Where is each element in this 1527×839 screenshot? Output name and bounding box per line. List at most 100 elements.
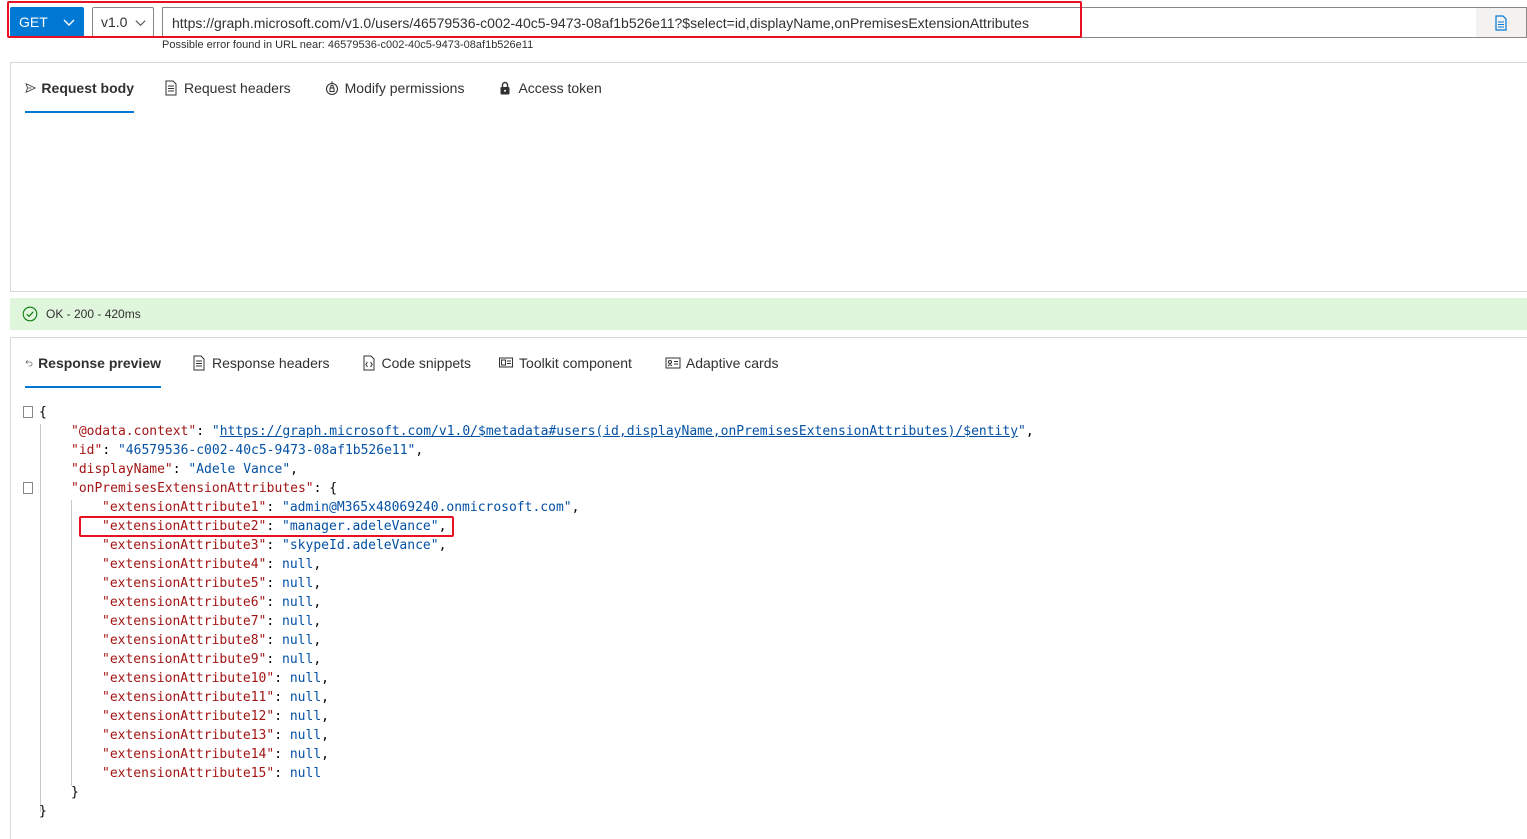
json-line-extension-attribute: "extensionAttribute13": null, <box>102 726 329 745</box>
tab-access-token[interactable]: Access token <box>497 63 602 113</box>
share-query-button[interactable] <box>1476 8 1526 37</box>
json-line-extension-attribute: "extensionAttribute8": null, <box>102 631 321 650</box>
json-line-extension-attribute: "extensionAttribute7": null, <box>102 612 321 631</box>
tab-request-body-label: Request body <box>41 80 134 96</box>
json-colon: : <box>266 576 283 591</box>
json-colon: : <box>274 747 290 762</box>
document-list-icon <box>193 355 205 371</box>
document-list-icon <box>165 80 177 96</box>
request-url-text: https://graph.microsoft.com/v1.0/users/4… <box>172 14 1029 31</box>
chevron-down-icon <box>135 20 146 27</box>
json-colon: : <box>266 519 283 534</box>
tab-adaptive-cards[interactable]: Adaptive cards <box>665 338 779 388</box>
json-line-extension-attribute: "extensionAttribute4": null, <box>102 555 321 574</box>
json-key: "extensionAttribute9" <box>102 652 267 667</box>
tab-code-snippets-label: Code snippets <box>381 355 472 371</box>
json-line-displayname: "displayName": "Adele Vance", <box>71 462 298 477</box>
json-separator: , <box>321 728 329 743</box>
json-line-extension-attribute: "extensionAttribute5": null, <box>102 574 321 593</box>
json-separator: , <box>313 595 322 610</box>
json-key: "extensionAttribute12" <box>102 709 275 724</box>
request-tabs: Request body Request headers Modify perm… <box>25 63 602 113</box>
json-key: "extensionAttribute10" <box>102 671 275 686</box>
json-value: "manager.adeleVance" <box>282 519 439 534</box>
json-separator: , <box>313 652 322 667</box>
json-key: "extensionAttribute6" <box>102 595 267 610</box>
tab-adaptive-cards-label: Adaptive cards <box>685 355 779 371</box>
tab-toolkit-component-label: Toolkit component <box>519 355 632 371</box>
json-separator: , <box>313 614 322 629</box>
odata-context-link[interactable]: https://graph.microsoft.com/v1.0/$metada… <box>220 424 1018 439</box>
status-text: OK - 200 - 420ms <box>46 307 141 321</box>
response-tabs: Response preview Response headers Code s… <box>25 338 779 388</box>
json-line-extension-attribute: "extensionAttribute1": "admin@M365x48069… <box>102 498 579 517</box>
document-icon <box>1495 14 1507 31</box>
json-key: "extensionAttribute8" <box>102 633 267 648</box>
request-url-input[interactable]: https://graph.microsoft.com/v1.0/users/4… <box>162 7 1527 38</box>
version-dropdown[interactable]: v1.0 <box>92 7 154 37</box>
json-line-extension-attribute: "extensionAttribute3": "skypeId.adeleVan… <box>102 536 446 555</box>
json-value: null <box>289 671 322 686</box>
json-key: "extensionAttribute7" <box>102 614 267 629</box>
json-line-extension-attribute: "extensionAttribute2": "manager.adeleVan… <box>102 517 446 536</box>
indent-guide <box>40 424 41 812</box>
tab-toolkit-component[interactable]: Toolkit component <box>498 338 632 388</box>
tab-access-token-label: Access token <box>518 80 602 96</box>
json-separator: , <box>321 747 329 762</box>
json-key: "displayName" <box>71 462 173 477</box>
json-key: "extensionAttribute15" <box>102 766 275 781</box>
json-key: "extensionAttribute4" <box>102 557 267 572</box>
json-value: "46579536-c002-40c5-9473-08af1b526e11" <box>117 443 416 458</box>
lock-icon <box>500 81 510 95</box>
json-value: null <box>282 557 314 572</box>
json-key: "extensionAttribute11" <box>102 690 275 705</box>
json-separator: , <box>321 671 329 686</box>
json-value: null <box>289 690 322 705</box>
undo-arrow-icon <box>25 360 33 367</box>
json-key: "extensionAttribute13" <box>102 728 275 743</box>
json-value: null <box>289 728 322 743</box>
method-dropdown[interactable]: GET <box>10 7 84 37</box>
response-panel: Response preview Response headers Code s… <box>10 337 1527 839</box>
json-value: null <box>289 766 322 781</box>
json-colon: : <box>266 557 283 572</box>
json-line-odata-context: "@odata.context": "https://graph.microso… <box>71 424 1034 439</box>
json-open-brace: { <box>39 405 47 420</box>
tab-response-headers[interactable]: Response headers <box>191 338 330 388</box>
json-colon: : <box>266 595 283 610</box>
json-line-extension-attribute: "extensionAttribute10": null, <box>102 669 329 688</box>
tab-modify-permissions[interactable]: Modify permissions <box>324 63 464 113</box>
json-separator: , <box>321 709 329 724</box>
json-colon: : <box>266 614 283 629</box>
url-error-hint: Possible error found in URL near: 465795… <box>162 39 534 51</box>
json-key: "id" <box>71 443 103 458</box>
code-file-icon <box>363 355 375 371</box>
json-line-extension-attribute: "extensionAttribute11": null, <box>102 688 329 707</box>
tab-code-snippets[interactable]: Code snippets <box>361 338 472 388</box>
json-response-viewer: { "@odata.context": "https://graph.micro… <box>11 398 1527 838</box>
fold-toggle-extension-attributes[interactable] <box>23 482 33 494</box>
indent-guide <box>71 500 72 786</box>
method-label: GET <box>19 14 48 30</box>
json-separator: , <box>313 557 322 572</box>
json-line-extension-attribute: "extensionAttribute9": null, <box>102 650 321 669</box>
send-icon <box>25 82 37 94</box>
json-separator: , <box>313 576 322 591</box>
json-key: "extensionAttribute14" <box>102 747 275 762</box>
json-colon: : <box>274 728 290 743</box>
check-circle-icon <box>22 306 38 322</box>
json-separator: , <box>571 500 580 515</box>
json-value: null <box>282 652 314 667</box>
tab-request-headers[interactable]: Request headers <box>163 63 291 113</box>
json-line-extension-attribute: "extensionAttribute6": null, <box>102 593 321 612</box>
json-key: "extensionAttribute1" <box>102 500 267 515</box>
fold-toggle-root[interactable] <box>23 406 33 418</box>
json-value: "Adele Vance" <box>188 462 291 477</box>
card-icon <box>665 357 681 369</box>
json-value: null <box>282 614 314 629</box>
tab-response-preview[interactable]: Response preview <box>25 338 161 388</box>
tab-request-body[interactable]: Request body <box>25 63 134 113</box>
json-colon: : <box>274 671 290 686</box>
json-value: null <box>282 595 314 610</box>
json-close-brace-inner: } <box>71 785 79 800</box>
